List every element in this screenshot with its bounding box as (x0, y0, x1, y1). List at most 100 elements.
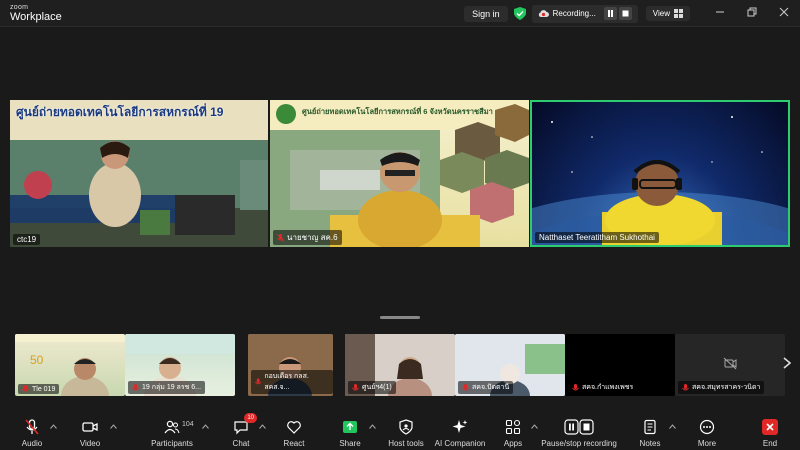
video-tile[interactable]: ศูนย์ถ่ายทอดเทคโนโลยีการสหกรณ์ที่ 6 จังห… (270, 100, 529, 247)
app-logo: zoom Workplace (10, 4, 62, 23)
pause-recording-button[interactable] (603, 7, 617, 20)
mic-muted-icon (25, 419, 39, 435)
thumbnail-tile[interactable]: กอบเดือร กลส. สคส.จ... (248, 334, 333, 396)
minimize-icon (716, 11, 724, 13)
video-feed (270, 100, 529, 247)
close-window-button[interactable] (768, 7, 800, 20)
recording-label: Recording... (552, 9, 596, 18)
recording-indicator[interactable]: Recording... (531, 4, 638, 23)
pause-icon (607, 10, 613, 17)
sign-in-button[interactable]: Sign in (464, 5, 508, 22)
stop-recording-button[interactable] (618, 7, 632, 20)
notes-icon (644, 419, 656, 435)
end-meeting-button[interactable]: End (740, 410, 800, 450)
participants-count: 104 (182, 421, 194, 428)
chevron-up-icon (669, 424, 676, 429)
video-feed (10, 100, 268, 247)
pause-stop-recording-button[interactable]: Pause/stop recording (540, 410, 618, 450)
more-label: More (697, 439, 717, 448)
mic-muted-icon (352, 383, 359, 390)
participant-name: สคจ.กำแพงเพชร (582, 384, 634, 391)
stop-icon (622, 10, 629, 17)
video-feed (532, 116, 788, 245)
heart-icon (287, 421, 301, 434)
thumbnail-tile[interactable]: สคจ.สมุทรสาคร-วนิดา (675, 334, 785, 396)
brand-line2: Workplace (10, 11, 62, 23)
participant-name-tag: Tle 019 (18, 384, 60, 394)
shield-icon (399, 419, 413, 435)
more-icon (699, 419, 715, 435)
thumbnail-tile[interactable]: 50 Tle 019 (15, 334, 125, 396)
chat-unread-badge: 10 (244, 413, 257, 423)
brand-line1: zoom (10, 4, 29, 11)
video-label: Video (79, 439, 101, 448)
notes-options-caret[interactable] (669, 424, 676, 431)
mic-muted-icon (682, 383, 689, 390)
mic-muted-icon (132, 383, 139, 390)
participants-options-caret[interactable] (202, 424, 209, 431)
host-tools-label: Host tools (388, 439, 424, 448)
participant-name: ศูนย์ฯ4(1) (362, 384, 392, 391)
chevron-up-icon (110, 424, 117, 429)
participant-name-tag: นายชาญ สค.6 (273, 230, 342, 245)
video-tile-active-speaker[interactable]: Natthaset Teeratitham Sukhothai (530, 100, 790, 247)
chevron-up-icon (369, 424, 376, 429)
pause-stop-recording-icon (564, 419, 594, 435)
thumbnail-tile[interactable]: ศูนย์ฯ4(1) (345, 334, 455, 396)
svg-text:50: 50 (30, 353, 44, 367)
thumbnail-tile[interactable]: สคจ.ปัตตานี (455, 334, 565, 396)
ai-companion-label: AI Companion (434, 439, 486, 448)
shield-icon[interactable] (513, 7, 526, 20)
chevron-up-icon (531, 424, 538, 429)
share-options-caret[interactable] (369, 424, 376, 431)
participant-name: กอบเดือร กลส. สคส.จ... (264, 373, 309, 391)
participant-name-tag: Natthaset Teeratitham Sukhothai (535, 232, 659, 243)
mic-muted-icon (22, 385, 29, 392)
apps-options-caret[interactable] (531, 424, 538, 431)
participant-name: สคจ.สมุทรสาคร-วนิดา (692, 384, 761, 391)
participants-button[interactable]: Participants (142, 410, 202, 450)
participant-name-tag: สคจ.สมุทรสาคร-วนิดา (678, 381, 765, 394)
participants-label: Participants (151, 439, 193, 448)
participant-name-tag: ctc19 (13, 234, 41, 245)
restore-icon (747, 7, 757, 17)
minimize-button[interactable] (704, 7, 736, 20)
cloud-record-icon (538, 10, 549, 17)
share-label: Share (339, 439, 361, 448)
participant-name-tag: 19 กลุ่ม 19 ลรช 6... (128, 381, 206, 394)
participant-name-tag: ศูนย์ฯ4(1) (348, 381, 396, 394)
chevron-up-icon (50, 424, 57, 429)
view-button[interactable]: View (645, 6, 690, 21)
mic-muted-icon (572, 383, 579, 390)
resize-handle[interactable] (380, 316, 420, 319)
audio-options-caret[interactable] (50, 424, 57, 431)
title-bar: zoom Workplace Sign in Recording... View (0, 0, 800, 27)
video-camera-icon (82, 422, 98, 432)
react-button[interactable]: React (264, 410, 324, 450)
video-banner-text: ศูนย์ถ่ายทอดเทคโนโลยีการสหกรณ์ที่ 6 จังห… (302, 107, 493, 116)
thumbnail-tile[interactable]: 19 กลุ่ม 19 ลรช 6... (125, 334, 235, 396)
video-tile[interactable]: ศูนย์ถ่ายทอดเทคโนโลยีการสหกรณ์ที่ 19 ctc… (10, 100, 268, 247)
sparkle-icon (452, 420, 468, 433)
pause-stop-recording-label: Pause/stop recording (541, 439, 617, 448)
video-options-caret[interactable] (110, 424, 117, 431)
share-screen-icon (343, 421, 357, 433)
host-tools-button[interactable]: Host tools (376, 410, 436, 450)
more-button[interactable]: More (677, 410, 737, 450)
next-page-arrow[interactable] (783, 356, 792, 372)
end-label: End (762, 439, 778, 448)
ai-companion-button[interactable]: AI Companion (430, 410, 490, 450)
apps-label: Apps (503, 439, 523, 448)
participant-name: 19 กลุ่ม 19 ลรช 6... (142, 384, 202, 391)
video-off-icon (723, 357, 737, 370)
chevron-right-icon (783, 357, 792, 369)
thumbnail-tile[interactable]: สคจ.กำแพงเพชร (565, 334, 675, 396)
participants-icon (164, 420, 180, 434)
participant-name-tag: สคจ.ปัตตานี (458, 381, 514, 394)
restore-button[interactable] (736, 7, 768, 20)
participant-name: Natthaset Teeratitham Sukhothai (539, 233, 655, 242)
participant-name-tag: กอบเดือร กลส. สคส.จ... (251, 370, 333, 394)
chat-label: Chat (232, 439, 250, 448)
view-label: View (652, 9, 670, 18)
grid-icon (674, 9, 683, 18)
